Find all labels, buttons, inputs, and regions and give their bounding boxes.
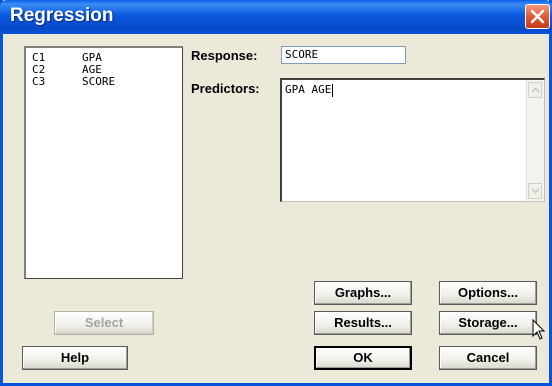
help-button[interactable]: Help (22, 346, 128, 370)
ok-button[interactable]: OK (314, 346, 412, 370)
close-icon (530, 9, 545, 24)
cancel-button[interactable]: Cancel (439, 346, 537, 370)
chevron-down-icon (531, 188, 540, 194)
regression-dialog: Regression C1 GPA C2 AGE C3 SCORE Respon… (0, 0, 552, 386)
variable-name: SCORE (82, 75, 116, 88)
variable-list[interactable]: C1 GPA C2 AGE C3 SCORE (24, 46, 183, 279)
predictors-input[interactable]: GPA AGE (280, 78, 545, 202)
variable-column-id: C3 (32, 75, 46, 88)
options-button[interactable]: Options... (439, 281, 537, 305)
title-bar[interactable]: Regression (0, 0, 552, 34)
scroll-up-button[interactable] (528, 82, 542, 98)
response-label: Response: (191, 48, 258, 63)
predictors-scrollbar[interactable] (526, 80, 544, 201)
chevron-up-icon (531, 87, 540, 93)
mouse-pointer-icon (532, 319, 546, 340)
results-button[interactable]: Results... (314, 311, 412, 335)
select-button[interactable]: Select (54, 311, 154, 335)
close-button[interactable] (525, 4, 550, 29)
list-item[interactable]: C3 SCORE (26, 76, 182, 88)
storage-button[interactable]: Storage... (439, 311, 537, 335)
predictors-value: GPA AGE (285, 83, 332, 96)
scroll-down-button[interactable] (528, 183, 542, 199)
dialog-title: Regression (10, 5, 114, 26)
response-input[interactable]: SCORE (281, 46, 406, 64)
graphs-button[interactable]: Graphs... (314, 281, 412, 305)
predictors-label: Predictors: (191, 81, 260, 96)
list-item[interactable]: C1 GPA (26, 52, 182, 64)
text-caret (332, 83, 334, 97)
